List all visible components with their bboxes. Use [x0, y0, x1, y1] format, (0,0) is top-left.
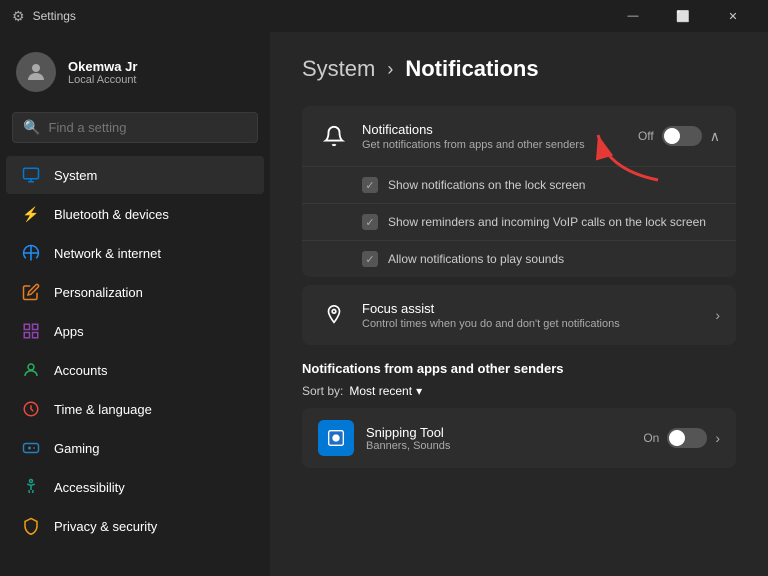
- sub-option-sounds-label: Allow notifications to play sounds: [388, 252, 564, 266]
- expand-button[interactable]: ∧: [710, 128, 720, 145]
- network-icon: [22, 244, 40, 262]
- checkbox-sounds[interactable]: ✓: [362, 251, 378, 267]
- sidebar-item-time[interactable]: Time & language: [6, 390, 264, 428]
- settings-icon: ⚙: [12, 8, 25, 25]
- sidebar-item-label-gaming: Gaming: [54, 441, 100, 456]
- sort-value: Most recent: [349, 384, 412, 398]
- app-info-snipping-tool: Snipping Tool Banners, Sounds: [366, 425, 631, 452]
- app-row-chevron: ›: [715, 430, 720, 446]
- app-control: On ›: [643, 428, 720, 448]
- focus-desc: Control times when you do and don't get …: [362, 318, 715, 330]
- sub-option-lock-screen-label: Show notifications on the lock screen: [388, 178, 585, 192]
- focus-title: Focus assist: [362, 301, 715, 316]
- user-name: Okemwa Jr: [68, 59, 137, 74]
- sidebar-item-label-bluetooth: Bluetooth & devices: [54, 207, 169, 222]
- app-sub: Banners, Sounds: [366, 440, 631, 452]
- apps-icon: [22, 322, 40, 340]
- sub-option-sounds: ✓ Allow notifications to play sounds: [302, 241, 736, 277]
- sort-button[interactable]: Most recent ▾: [349, 384, 422, 398]
- sidebar: Okemwa Jr Local Account 🔍 System ⚡ Bluet…: [0, 32, 270, 576]
- sidebar-item-system[interactable]: System: [6, 156, 264, 194]
- toggle-knob: [664, 128, 680, 144]
- title-bar-title: Settings: [33, 9, 76, 23]
- sort-chevron-icon: ▾: [416, 384, 422, 398]
- minimize-button[interactable]: —: [610, 0, 656, 32]
- notifications-control: Off ∧: [638, 126, 720, 146]
- notifications-desc: Get notifications from apps and other se…: [362, 139, 638, 151]
- main-content: System › Notifications Notifications Get…: [270, 32, 768, 576]
- sidebar-item-network[interactable]: Network & internet: [6, 234, 264, 272]
- close-button[interactable]: ✕: [710, 0, 756, 32]
- focus-chevron: ›: [715, 307, 720, 323]
- user-type: Local Account: [68, 74, 137, 86]
- sidebar-item-label-system: System: [54, 168, 97, 183]
- apps-section-title: Notifications from apps and other sender…: [302, 361, 736, 376]
- avatar: [16, 52, 56, 92]
- accessibility-icon: [22, 478, 40, 496]
- system-icon: [22, 166, 40, 184]
- time-icon: [22, 400, 40, 418]
- search-input[interactable]: [48, 120, 247, 135]
- sidebar-item-bluetooth[interactable]: ⚡ Bluetooth & devices: [6, 195, 264, 233]
- page-title: Notifications: [405, 56, 538, 82]
- sidebar-item-label-accessibility: Accessibility: [54, 480, 125, 495]
- checkbox-reminders[interactable]: ✓: [362, 214, 378, 230]
- sidebar-item-accessibility[interactable]: Accessibility: [6, 468, 264, 506]
- snipping-tool-icon: [318, 420, 354, 456]
- focus-icon: [318, 299, 350, 331]
- app-name: Snipping Tool: [366, 425, 631, 440]
- title-bar-controls: — ⬜ ✕: [610, 0, 756, 32]
- bluetooth-icon: ⚡: [22, 205, 40, 223]
- app-toggle[interactable]: [667, 428, 707, 448]
- notifications-toggle[interactable]: [662, 126, 702, 146]
- focus-assist-row[interactable]: Focus assist Control times when you do a…: [302, 285, 736, 345]
- sidebar-item-label-network: Network & internet: [54, 246, 161, 261]
- app-row-snipping-tool[interactable]: Snipping Tool Banners, Sounds On ›: [302, 408, 736, 468]
- sort-label: Sort by:: [302, 384, 343, 398]
- sidebar-item-label-time: Time & language: [54, 402, 152, 417]
- sort-row: Sort by: Most recent ▾: [302, 384, 736, 398]
- notifications-text: Notifications Get notifications from app…: [362, 122, 638, 151]
- sidebar-item-gaming[interactable]: Gaming: [6, 429, 264, 467]
- search-box[interactable]: 🔍: [12, 112, 258, 143]
- app-toggle-knob: [669, 430, 685, 446]
- notifications-title: Notifications: [362, 122, 638, 137]
- personalization-icon: [22, 283, 40, 301]
- sub-option-reminders-label: Show reminders and incoming VoIP calls o…: [388, 215, 706, 229]
- sidebar-item-accounts[interactable]: Accounts: [6, 351, 264, 389]
- page-header: System › Notifications: [302, 56, 736, 82]
- sidebar-item-personalization[interactable]: Personalization: [6, 273, 264, 311]
- search-icon: 🔍: [23, 119, 40, 136]
- title-bar-left: ⚙ Settings: [12, 8, 76, 25]
- sidebar-item-label-personalization: Personalization: [54, 285, 143, 300]
- sub-option-lock-screen: ✓ Show notifications on the lock screen: [302, 167, 736, 204]
- title-bar: ⚙ Settings — ⬜ ✕: [0, 0, 768, 32]
- accounts-icon: [22, 361, 40, 379]
- notifications-toggle-row: Notifications Get notifications from app…: [302, 106, 736, 167]
- user-info: Okemwa Jr Local Account: [68, 59, 137, 86]
- maximize-button[interactable]: ⬜: [660, 0, 706, 32]
- user-section: Okemwa Jr Local Account: [0, 32, 270, 108]
- sidebar-item-label-accounts: Accounts: [54, 363, 107, 378]
- app-toggle-label: On: [643, 431, 659, 445]
- privacy-icon: [22, 517, 40, 535]
- sub-option-reminders: ✓ Show reminders and incoming VoIP calls…: [302, 204, 736, 241]
- checkbox-lock-screen[interactable]: ✓: [362, 177, 378, 193]
- sidebar-item-privacy[interactable]: Privacy & security: [6, 507, 264, 545]
- sidebar-item-label-privacy: Privacy & security: [54, 519, 157, 534]
- gaming-icon: [22, 439, 40, 457]
- breadcrumb-parent: System: [302, 56, 375, 82]
- nav-list: System ⚡ Bluetooth & devices Network & i…: [0, 155, 270, 546]
- toggle-off-label: Off: [638, 129, 654, 143]
- breadcrumb-chevron: ›: [387, 59, 393, 80]
- sidebar-item-label-apps: Apps: [54, 324, 84, 339]
- app-body: Okemwa Jr Local Account 🔍 System ⚡ Bluet…: [0, 32, 768, 576]
- sidebar-item-apps[interactable]: Apps: [6, 312, 264, 350]
- focus-text: Focus assist Control times when you do a…: [362, 301, 715, 330]
- notifications-card: Notifications Get notifications from app…: [302, 106, 736, 277]
- bell-icon: [318, 120, 350, 152]
